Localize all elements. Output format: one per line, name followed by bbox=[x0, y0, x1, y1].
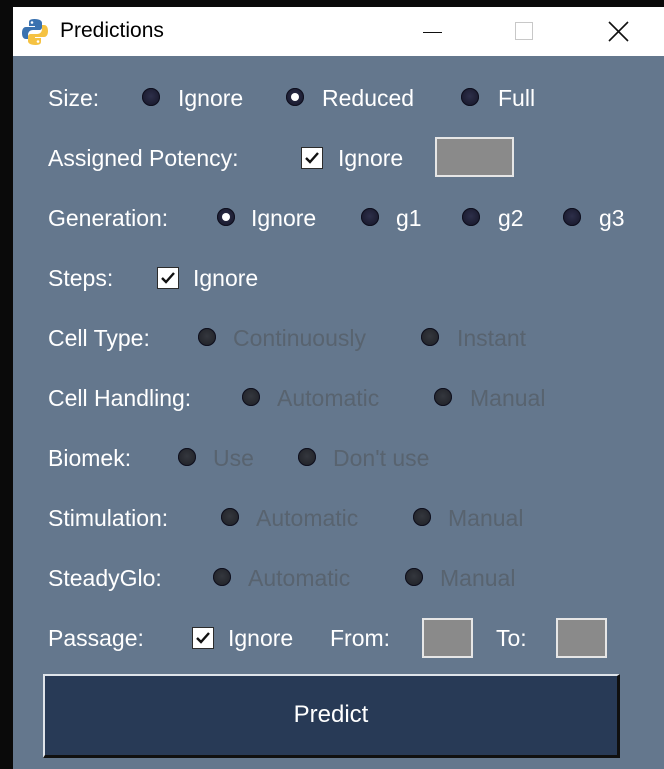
maximize-icon[interactable] bbox=[493, 7, 553, 56]
cell-type-instant-label[interactable]: Instant bbox=[457, 320, 526, 356]
cell-handling-automatic-label[interactable]: Automatic bbox=[277, 380, 379, 416]
cell-handling-label: Cell Handling: bbox=[48, 385, 192, 411]
title-bar[interactable]: Predictions bbox=[13, 7, 664, 56]
size-full-radio[interactable] bbox=[461, 88, 479, 106]
generation-g3-label[interactable]: g3 bbox=[599, 200, 625, 236]
checkmark-icon bbox=[196, 632, 210, 644]
stimulation-manual-radio[interactable] bbox=[413, 508, 431, 526]
cell-type-label: Cell Type: bbox=[48, 325, 150, 351]
cell-handling-manual-label[interactable]: Manual bbox=[470, 380, 545, 416]
checkmark-icon bbox=[305, 152, 319, 164]
predictions-window: Predictions Size: Ignore Reduced Full As… bbox=[13, 7, 664, 769]
assigned-potency-input[interactable] bbox=[435, 137, 514, 177]
generation-g2-radio[interactable] bbox=[462, 208, 480, 226]
passage-to-label: To: bbox=[496, 625, 527, 651]
stimulation-automatic-label[interactable]: Automatic bbox=[256, 500, 358, 536]
generation-g2-label[interactable]: g2 bbox=[498, 200, 524, 236]
biomek-label: Biomek: bbox=[48, 445, 132, 471]
steps-ignore-checkbox[interactable] bbox=[157, 267, 179, 289]
predict-button[interactable]: Predict bbox=[43, 674, 620, 758]
steadyglo-label: SteadyGlo: bbox=[48, 565, 162, 591]
size-reduced-label[interactable]: Reduced bbox=[322, 80, 414, 116]
cell-handling-manual-radio[interactable] bbox=[434, 388, 452, 406]
generation-g1-label[interactable]: g1 bbox=[396, 200, 422, 236]
stimulation-automatic-radio[interactable] bbox=[221, 508, 239, 526]
cell-type-instant-radio[interactable] bbox=[421, 328, 439, 346]
generation-g3-radio[interactable] bbox=[563, 208, 581, 226]
steadyglo-automatic-label[interactable]: Automatic bbox=[248, 560, 350, 596]
size-label: Size: bbox=[48, 85, 100, 111]
passage-from-input[interactable] bbox=[422, 618, 473, 658]
assigned-potency-ignore-checkbox[interactable] bbox=[301, 147, 323, 169]
size-ignore-label[interactable]: Ignore bbox=[178, 80, 243, 116]
passage-label: Passage: bbox=[48, 625, 144, 651]
size-ignore-radio[interactable] bbox=[142, 88, 160, 106]
generation-label: Generation: bbox=[48, 205, 169, 231]
passage-to-input[interactable] bbox=[556, 618, 607, 658]
steadyglo-manual-radio[interactable] bbox=[405, 568, 423, 586]
generation-ignore-label[interactable]: Ignore bbox=[251, 200, 316, 236]
generation-g1-radio[interactable] bbox=[361, 208, 379, 226]
steadyglo-automatic-radio[interactable] bbox=[213, 568, 231, 586]
biomek-dont-use-label[interactable]: Don't use bbox=[333, 440, 429, 476]
cell-handling-automatic-radio[interactable] bbox=[242, 388, 260, 406]
passage-ignore-label[interactable]: Ignore bbox=[228, 620, 293, 656]
cell-type-continuously-radio[interactable] bbox=[198, 328, 216, 346]
checkmark-icon bbox=[161, 272, 175, 284]
steadyglo-manual-label[interactable]: Manual bbox=[440, 560, 515, 596]
generation-ignore-radio[interactable] bbox=[217, 208, 235, 226]
passage-from-label: From: bbox=[330, 625, 391, 651]
window-title: Predictions bbox=[60, 19, 164, 42]
biomek-use-label[interactable]: Use bbox=[213, 440, 254, 476]
stimulation-label: Stimulation: bbox=[48, 505, 169, 531]
size-full-label[interactable]: Full bbox=[498, 80, 535, 116]
assigned-potency-label: Assigned Potency: bbox=[48, 145, 239, 171]
passage-ignore-checkbox[interactable] bbox=[192, 627, 214, 649]
close-icon[interactable] bbox=[588, 7, 648, 56]
cell-type-continuously-label[interactable]: Continuously bbox=[233, 320, 366, 356]
size-reduced-radio[interactable] bbox=[286, 88, 304, 106]
biomek-dont-use-radio[interactable] bbox=[298, 448, 316, 466]
steps-ignore-label[interactable]: Ignore bbox=[193, 260, 258, 296]
biomek-use-radio[interactable] bbox=[178, 448, 196, 466]
assigned-potency-ignore-label[interactable]: Ignore bbox=[338, 140, 403, 176]
minimize-icon[interactable] bbox=[403, 7, 463, 56]
steps-label: Steps: bbox=[48, 265, 114, 291]
stimulation-manual-label[interactable]: Manual bbox=[448, 500, 523, 536]
python-icon bbox=[22, 19, 48, 45]
